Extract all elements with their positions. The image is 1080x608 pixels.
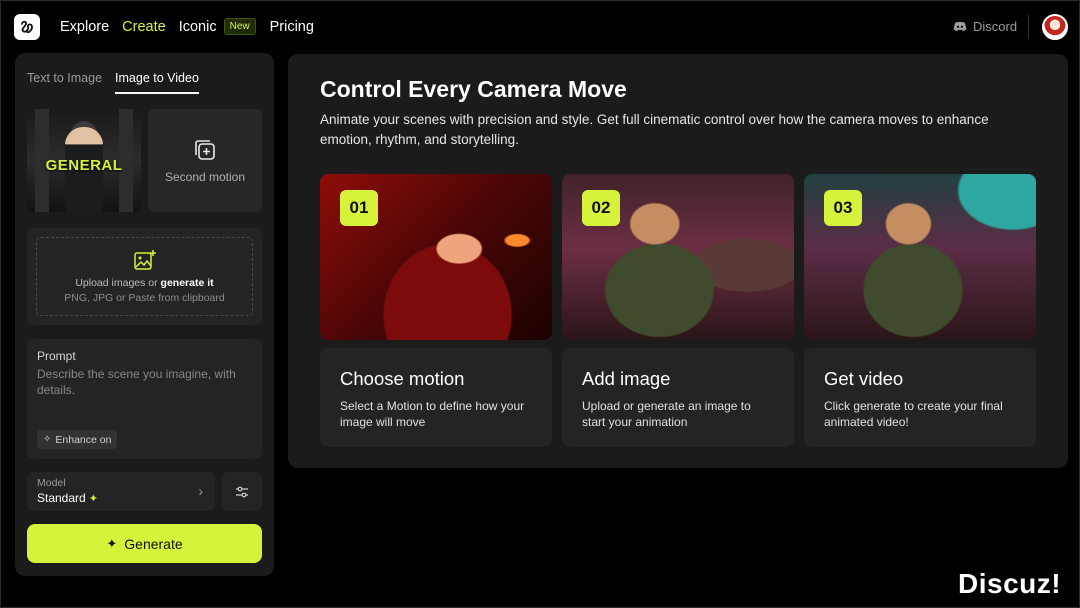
model-value: Standard (37, 491, 86, 505)
step-description: Click generate to create your final anim… (824, 399, 1003, 429)
add-layer-icon (195, 139, 215, 160)
main-nav: Explore Create Iconic New Pricing (60, 18, 327, 35)
step-number: 02 (582, 190, 620, 226)
prompt-placeholder: Describe the scene you imagine, with det… (37, 367, 236, 397)
generate-link[interactable]: generate it (161, 277, 214, 289)
watermark: Discuz! (958, 568, 1062, 599)
user-avatar[interactable] (1042, 14, 1068, 40)
upload-dropzone[interactable]: Upload images or generate it PNG, JPG or… (36, 237, 253, 316)
thumb-caption: GENERAL (45, 157, 123, 174)
upload-formats: PNG, JPG or Paste from clipboard (64, 292, 225, 304)
step-title: Add image (582, 368, 671, 389)
mode-tabs: Text to Image Image to Video (27, 71, 212, 94)
top-navigation: Explore Create Iconic New Pricing Discor… (1, 1, 1080, 53)
prompt-label: Prompt (37, 349, 76, 363)
selected-motion-thumbnail[interactable]: GENERAL (27, 109, 141, 212)
discord-icon (953, 21, 967, 31)
step-description: Upload or generate an image to start you… (582, 399, 751, 429)
page-title: Control Every Camera Move (320, 76, 627, 102)
sparkle-icon: ✦ (88, 493, 98, 505)
sliders-icon (236, 486, 248, 497)
app-frame: Explore Create Iconic New Pricing Discor… (0, 0, 1080, 608)
new-badge: New (223, 18, 256, 35)
tab-text-to-image[interactable]: Text to Image (27, 71, 102, 94)
chevron-right-icon: › (198, 483, 203, 499)
magic-wand-icon: ✧ (43, 434, 52, 445)
second-motion-label: Second motion (164, 169, 246, 184)
generate-button[interactable]: ✦ Generate (27, 524, 262, 563)
upload-area: Upload images or generate it PNG, JPG or… (27, 228, 262, 325)
step-number: 01 (340, 190, 378, 226)
intro-card: Control Every Camera Move Animate your s… (288, 54, 1068, 468)
nav-create[interactable]: Create (122, 19, 166, 35)
upload-instruction: Upload images or generate it (75, 277, 213, 289)
model-label: Model (37, 477, 66, 489)
nav-pricing[interactable]: Pricing (270, 19, 314, 35)
step-2-card: Add image Upload or generate an image to… (562, 348, 794, 447)
step-number: 03 (824, 190, 862, 226)
sparkle-icon: ✦ (106, 535, 118, 551)
discord-label: Discord (973, 19, 1018, 34)
nav-explore[interactable]: Explore (60, 19, 109, 35)
image-add-icon (133, 250, 156, 270)
step-1-image: 01 (320, 174, 552, 340)
step-title: Get video (824, 368, 904, 389)
step-description: Select a Motion to define how your image… (340, 399, 525, 429)
tab-image-to-video[interactable]: Image to Video (115, 71, 199, 94)
model-selector[interactable]: Model Standard ✦ › (27, 472, 215, 511)
enhance-label: Enhance on (55, 433, 112, 446)
step-3-image: 03 (804, 174, 1036, 340)
page-description: Animate your scenes with precision and s… (320, 112, 989, 147)
model-value-row: Standard ✦ (37, 491, 205, 505)
nav-iconic[interactable]: Iconic (179, 19, 217, 35)
enhance-toggle[interactable]: ✧ Enhance on (37, 430, 118, 449)
discord-link[interactable]: Discord (953, 19, 1017, 34)
logo-icon[interactable] (14, 14, 40, 40)
prompt-field[interactable]: Prompt Describe the scene you imagine, w… (27, 339, 262, 459)
step-1-card: Choose motion Select a Motion to define … (320, 348, 552, 447)
step-title: Choose motion (340, 368, 465, 389)
creation-panel: Text to Image Image to Video GENERAL Sec… (15, 53, 274, 576)
step-3-card: Get video Click generate to create your … (804, 348, 1036, 447)
second-motion-button[interactable]: Second motion (148, 109, 262, 212)
nav-divider (1028, 15, 1029, 39)
upload-instruction-text: Upload images or (75, 277, 161, 289)
step-2-image: 02 (562, 174, 794, 340)
generate-label: Generate (124, 535, 183, 552)
settings-button[interactable] (222, 472, 262, 511)
